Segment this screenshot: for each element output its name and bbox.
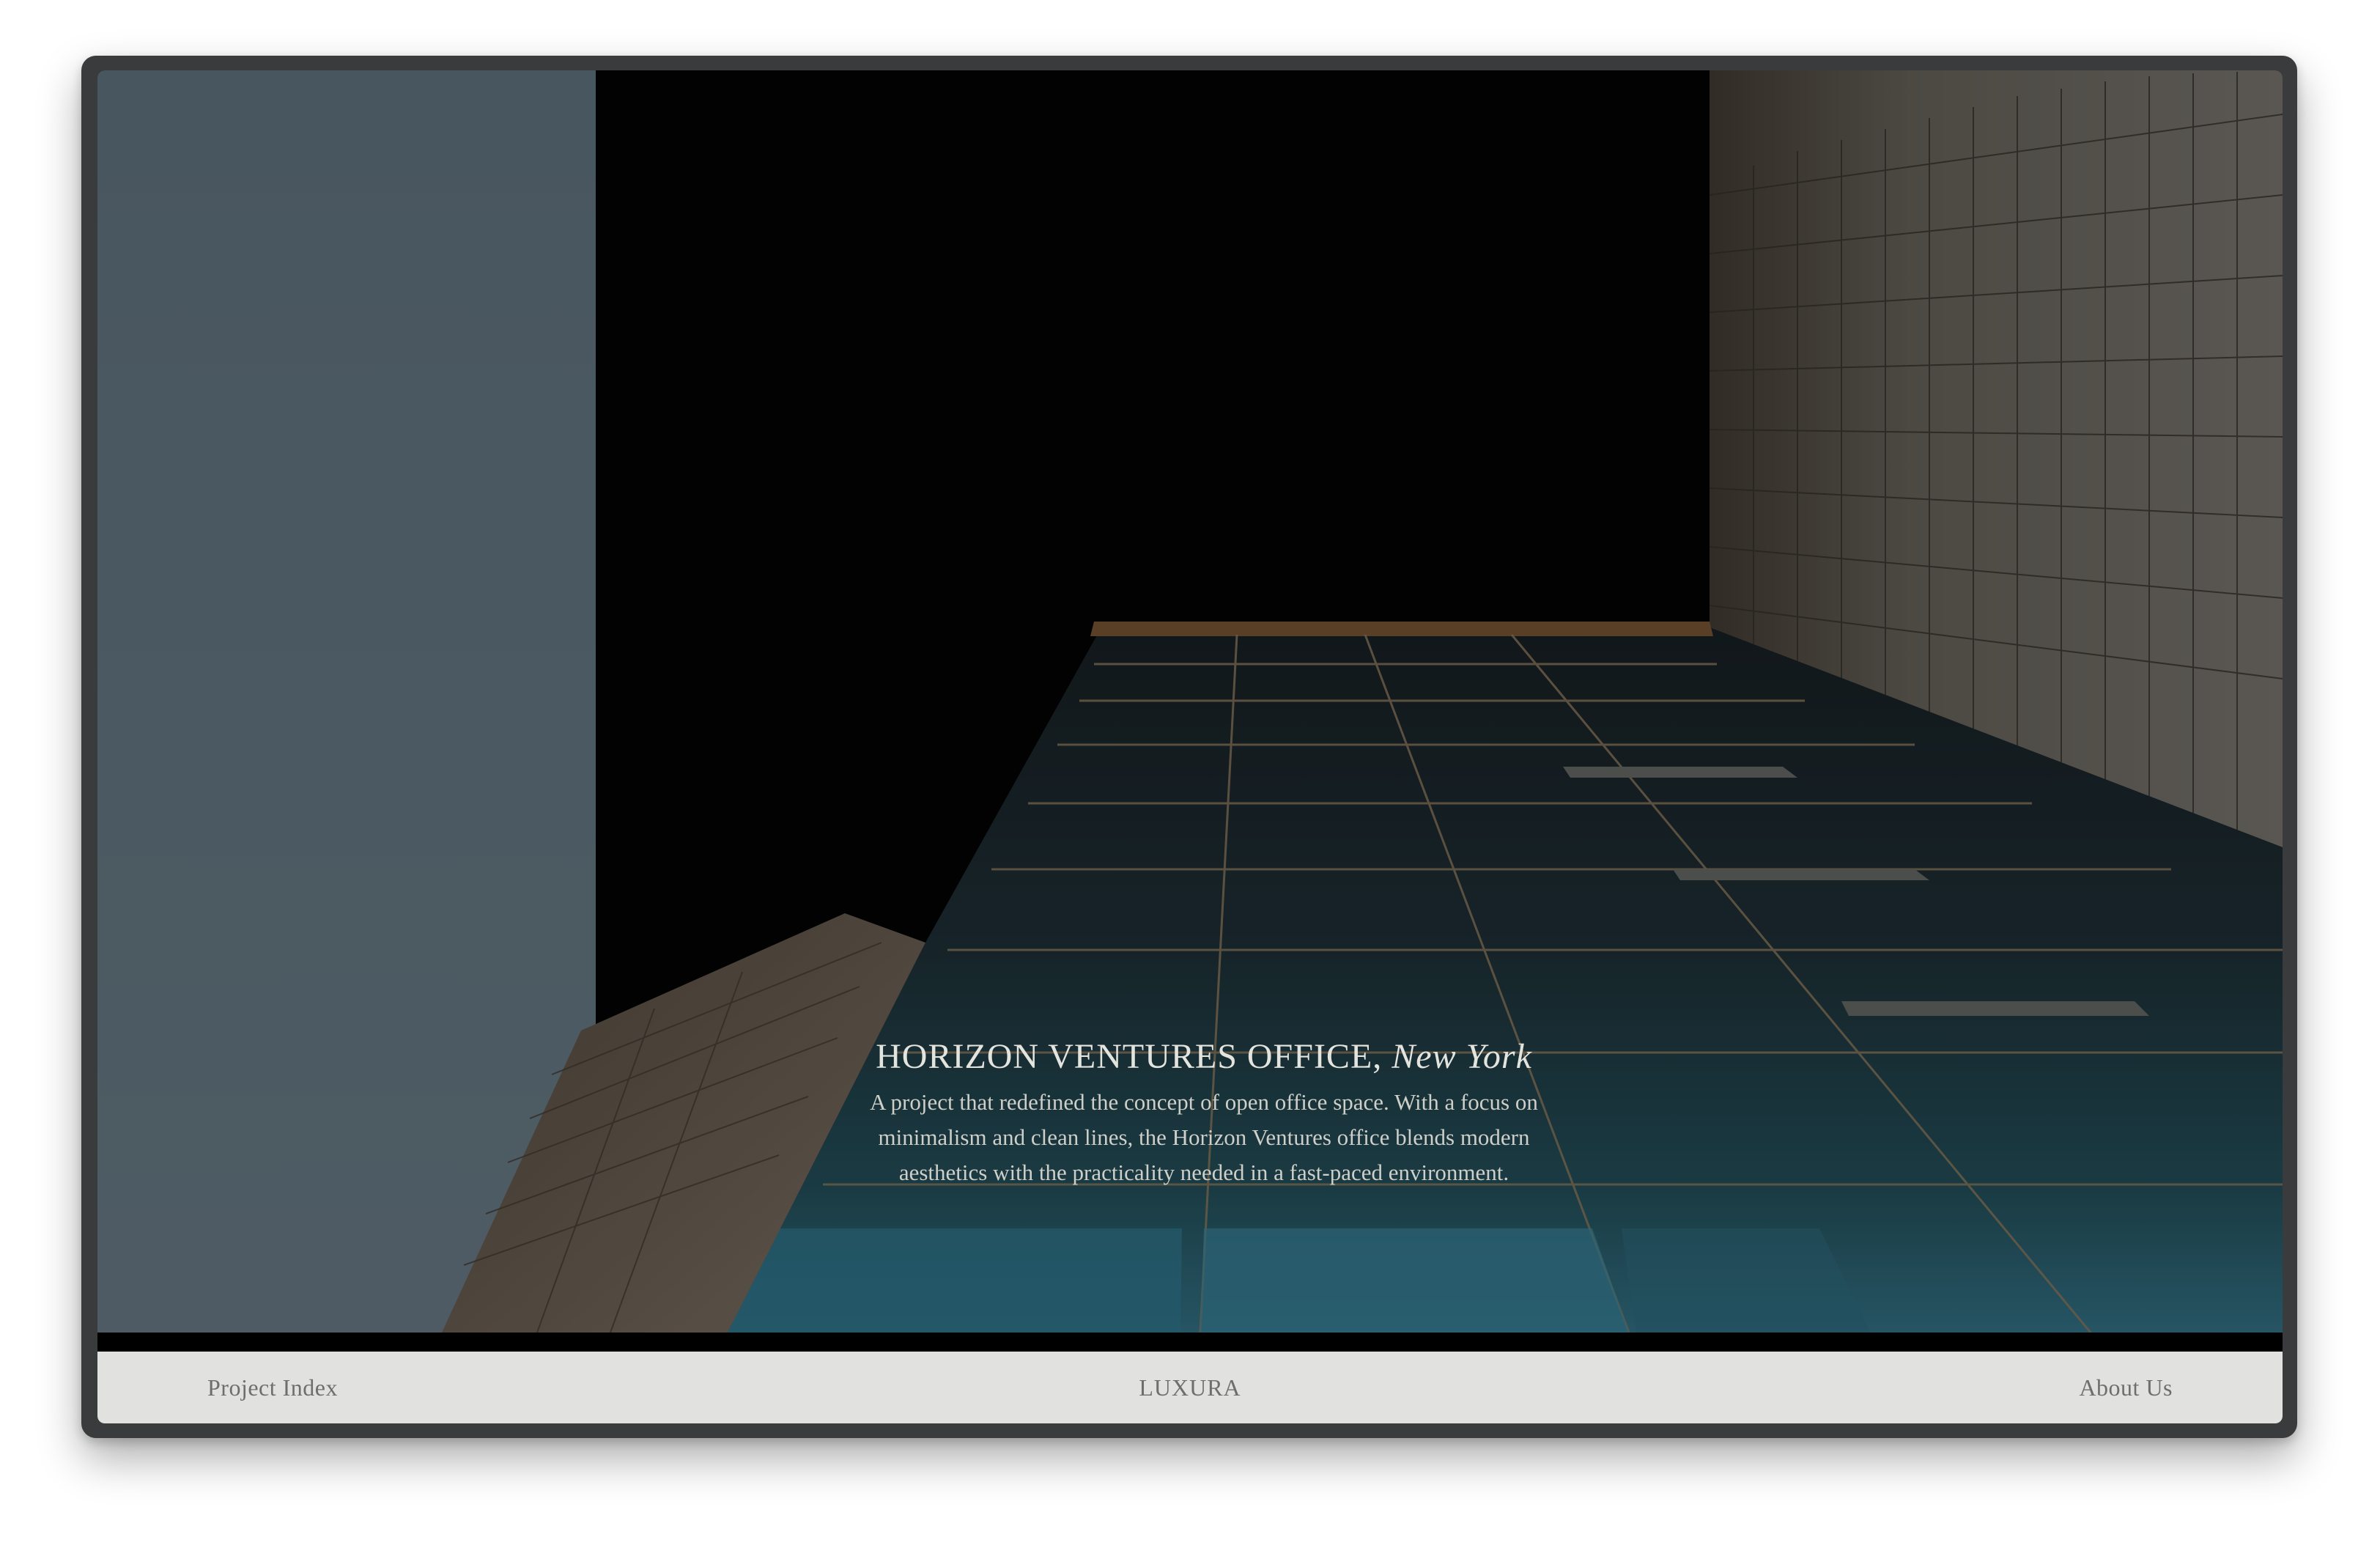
about-us-link[interactable]: About Us	[2079, 1352, 2173, 1423]
project-description: A project that redefined the concept of …	[870, 1089, 1538, 1185]
project-name: HORIZON VENTURES OFFICE,	[876, 1037, 1383, 1076]
project-title: HORIZON VENTURES OFFICE, New York	[845, 1035, 1563, 1079]
brand-logo-text[interactable]: LUXURA	[97, 1352, 2283, 1423]
device-frame: HORIZON VENTURES OFFICE, New York A proj…	[81, 56, 2297, 1438]
browser-viewport: HORIZON VENTURES OFFICE, New York A proj…	[97, 70, 2283, 1423]
divider-strip	[97, 1333, 2283, 1352]
project-city: New York	[1392, 1037, 1532, 1076]
project-caption: HORIZON VENTURES OFFICE, New York A proj…	[845, 1035, 1563, 1190]
bottom-nav-bar: Project Index LUXURA About Us	[97, 1352, 2283, 1423]
hero-section: HORIZON VENTURES OFFICE, New York A proj…	[97, 70, 2283, 1333]
